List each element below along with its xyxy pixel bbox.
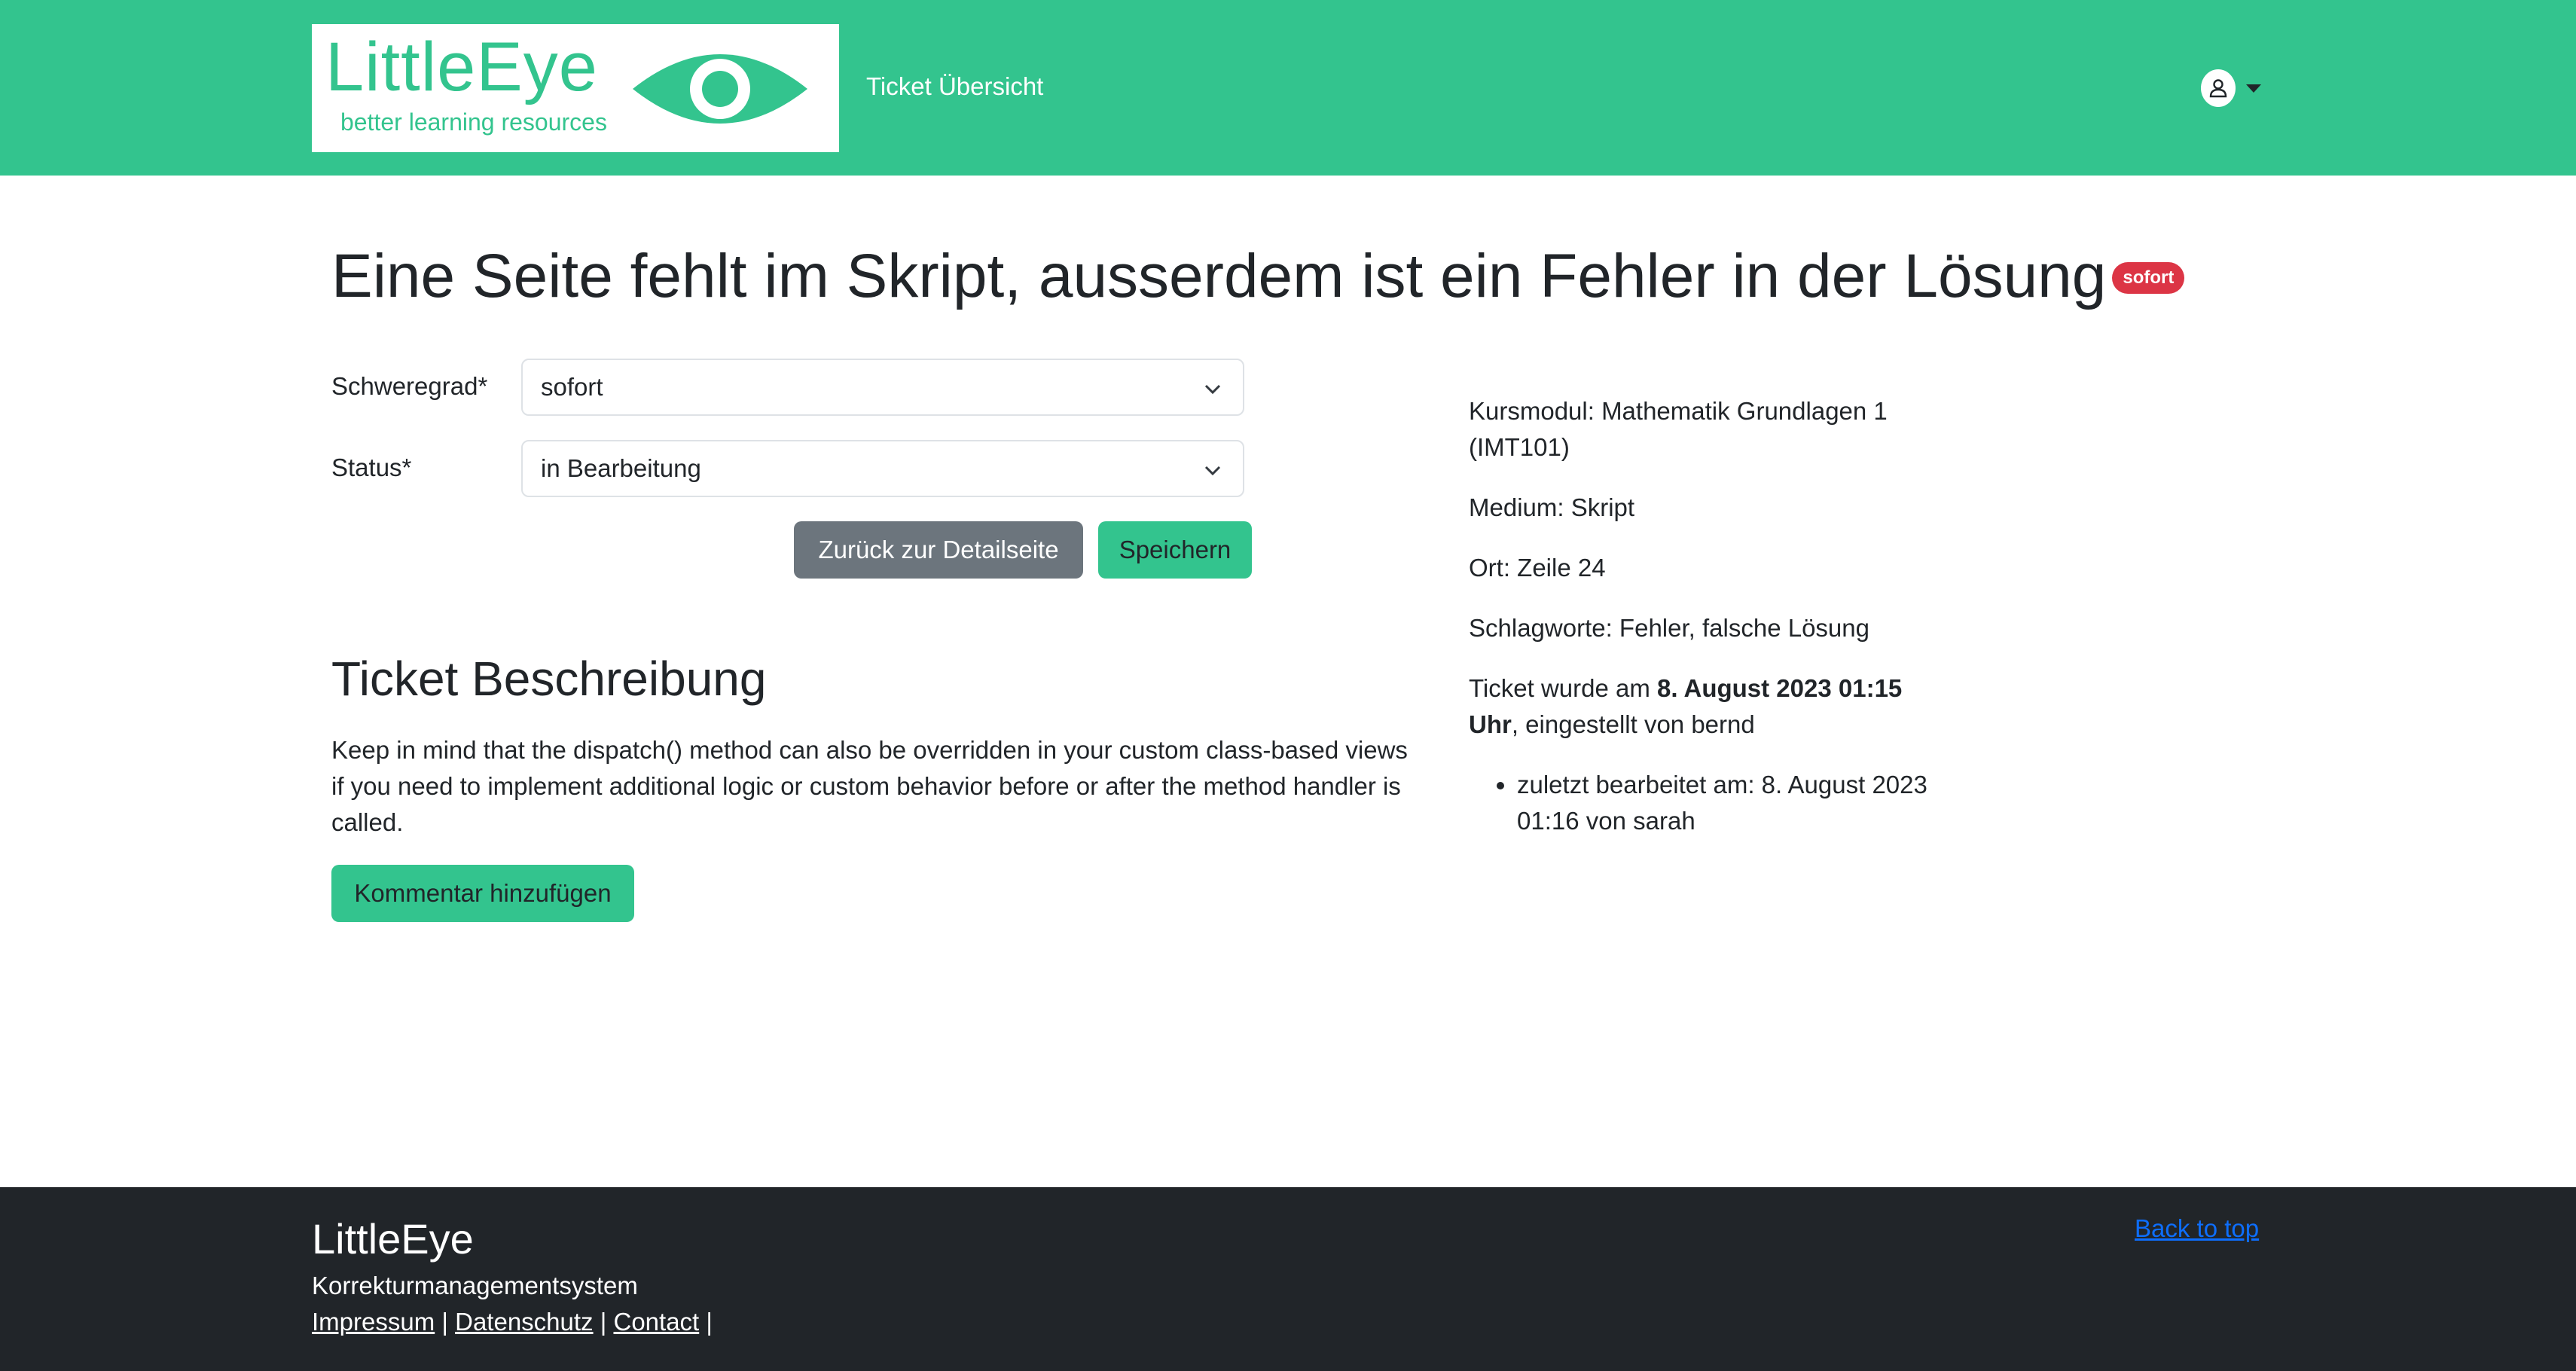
created-suffix: , eingestellt von bernd [1511, 710, 1755, 738]
caret-down-icon [2246, 84, 2261, 93]
footer-link-contact[interactable]: Contact [613, 1308, 699, 1336]
ticket-title: Eine Seite fehlt im Skript, ausserdem is… [331, 242, 2107, 310]
chevron-down-icon [1204, 466, 1221, 476]
location: Ort: Zeile 24 [1469, 554, 1606, 582]
list-item: zuletzt bearbeitet am: 8. August 2023 01… [1517, 767, 1928, 839]
add-comment-button[interactable]: Kommentar hinzufügen [331, 865, 634, 922]
logo[interactable]: LittleEye better learning resources [312, 24, 839, 152]
chevron-down-icon [1204, 384, 1221, 395]
description-heading: Ticket Beschreibung [331, 652, 767, 706]
footer-link-datenschutz[interactable]: Datenschutz [455, 1308, 593, 1336]
created-info: Ticket wurde am 8. August 2023 01:15 Uhr… [1469, 670, 1928, 743]
footer-separator: | [435, 1308, 456, 1336]
user-menu-dropdown[interactable] [2201, 68, 2261, 108]
navbar: LittleEye better learning resources Tick… [0, 0, 2576, 176]
logo-tagline: better learning resources [340, 108, 607, 136]
footer-links: Impressum | Datenschutz | Contact | [312, 1308, 713, 1336]
history-list: zuletzt bearbeitet am: 8. August 2023 01… [1517, 767, 1928, 839]
description-text: Keep in mind that the dispatch() method … [331, 736, 1408, 836]
save-button[interactable]: Speichern [1098, 521, 1252, 579]
created-prefix: Ticket wurde am [1469, 674, 1658, 702]
footer-subtitle: Korrekturmanagementsystem [312, 1272, 638, 1299]
status-value: in Bearbeitung [541, 454, 701, 482]
severity-value: sofort [541, 373, 603, 401]
course-module: Kursmodul: Mathematik Grundlagen 1 (IMT1… [1469, 397, 1888, 461]
status-label: Status* [331, 453, 412, 481]
tags: Schlagworte: Fehler, falsche Lösung [1469, 614, 1869, 642]
page-title: Eine Seite fehlt im Skript, ausserdem is… [331, 240, 2185, 313]
footer: LittleEye Korrekturmanagementsystem Impr… [0, 1187, 2576, 1371]
medium: Medium: Skript [1469, 493, 1635, 521]
priority-badge: sofort [2112, 262, 2185, 295]
status-select[interactable]: in Bearbeitung [521, 440, 1244, 497]
footer-link-impressum[interactable]: Impressum [312, 1308, 435, 1336]
ticket-details: Kursmodul: Mathematik Grundlagen 1 (IMT1… [1469, 393, 1928, 839]
back-to-top-link[interactable]: Back to top [2135, 1214, 2259, 1243]
back-to-detail-button[interactable]: Zurück zur Detailseite [794, 521, 1083, 579]
severity-select[interactable]: sofort [521, 359, 1244, 416]
footer-separator: | [593, 1308, 614, 1336]
footer-separator: | [699, 1308, 713, 1336]
eye-logo-icon [633, 54, 807, 124]
footer-brand: LittleEye [312, 1215, 474, 1263]
severity-label: Schweregrad* [331, 372, 488, 400]
nav-ticket-overview[interactable]: Ticket Übersicht [866, 72, 1043, 101]
user-icon[interactable] [2201, 69, 2236, 107]
logo-title: LittleEye [325, 29, 598, 105]
